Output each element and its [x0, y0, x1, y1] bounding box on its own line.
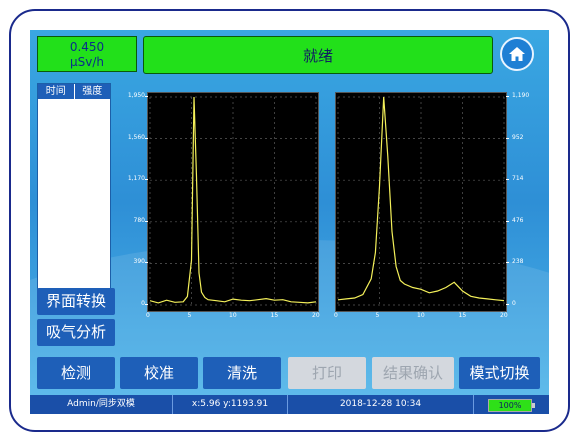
- home-button[interactable]: [500, 37, 534, 71]
- y-tick-label: 952: [512, 133, 524, 141]
- x-tick-label: 10: [229, 312, 237, 319]
- y-tick-label: 238: [512, 258, 524, 266]
- y-tick-label: 780: [133, 216, 145, 224]
- y-tick-mark: [506, 262, 509, 264]
- status-bar: Admin/同步双模 x:5.96 y:1193.91 2018-12-28 1…: [30, 395, 549, 414]
- y-tick-mark: [145, 304, 148, 305]
- battery-indicator: 100%: [488, 399, 535, 412]
- x-tick-label: 0: [146, 312, 150, 319]
- y-tick-label: 0: [512, 300, 516, 307]
- device-screen: 0.450 μSv/h 就绪 时间 强度 界面转换 吸气分析 1,950 1,56…: [30, 30, 549, 414]
- spectrum-chart-right[interactable]: [335, 92, 507, 312]
- dose-rate-value: 0.450: [69, 40, 105, 54]
- x-tick-label: 5: [375, 312, 380, 319]
- status-banner: 就绪: [143, 36, 493, 74]
- print-button[interactable]: 打印: [288, 357, 366, 389]
- y-tick-mark: [145, 220, 148, 222]
- y-tick-mark: [145, 96, 148, 97]
- x-tick-label: 10: [417, 312, 425, 319]
- measurement-list[interactable]: 时间 强度: [37, 83, 111, 291]
- detect-button[interactable]: 检测: [37, 357, 115, 389]
- user-mode-label: Admin/同步双模: [30, 395, 173, 414]
- y-tick-mark: [145, 262, 148, 264]
- x-tick-label: 20: [500, 312, 508, 319]
- spectrum-chart-left-svg: [149, 96, 317, 306]
- y-tick-label: 714: [512, 175, 524, 183]
- y-tick-mark: [506, 179, 509, 181]
- home-icon: [509, 47, 525, 61]
- y-tick-mark: [506, 220, 509, 222]
- y-tick-label: 390: [133, 258, 145, 266]
- clean-button[interactable]: 清洗: [203, 357, 281, 389]
- breath-analysis-button[interactable]: 吸气分析: [37, 319, 115, 346]
- x-tick-label: 5: [187, 312, 192, 319]
- y-tick-mark: [145, 137, 148, 139]
- y-tick-mark: [145, 179, 148, 181]
- y-tick-mark: [506, 137, 509, 139]
- list-header: 时间 强度: [38, 84, 110, 99]
- y-tick-label: 1,950: [127, 92, 145, 99]
- dose-rate-unit: μSv/h: [69, 55, 104, 69]
- column-intensity: 强度: [82, 86, 103, 97]
- x-tick-label: 15: [270, 312, 279, 319]
- x-tick-label: 15: [458, 312, 467, 319]
- confirm-result-button[interactable]: 结果确认: [372, 357, 454, 389]
- status-text: 就绪: [302, 46, 333, 65]
- interface-switch-button[interactable]: 界面转换: [37, 288, 115, 315]
- y-tick-label: 1,560: [127, 133, 145, 141]
- cursor-coords: x:5.96 y:1193.91: [173, 395, 288, 414]
- calibrate-button[interactable]: 校准: [120, 357, 198, 389]
- chart-left-y-axis: 1,950 1,560 1,170 780 390 0: [114, 92, 148, 322]
- y-tick-label: 476: [512, 216, 524, 224]
- y-tick-label: 1,170: [127, 175, 145, 183]
- y-tick-mark: [506, 96, 509, 97]
- spectrum-chart-right-svg: [337, 96, 505, 306]
- chart-left-x-axis: 0 5 10 15 20: [146, 312, 320, 322]
- spectrum-chart-left[interactable]: [147, 92, 319, 312]
- battery-level: 100%: [498, 401, 522, 410]
- mode-switch-button[interactable]: 模式切换: [459, 357, 540, 389]
- y-tick-mark: [506, 304, 509, 305]
- chart-right-x-axis: 0 5 10 15 20: [334, 312, 508, 322]
- y-tick-label: 1,190: [512, 92, 530, 99]
- column-time: 时间: [38, 84, 75, 99]
- x-tick-label: 20: [312, 312, 320, 319]
- chart-right-y-axis: 1,190 952 714 476 238 0: [506, 92, 546, 322]
- x-tick-label: 0: [334, 312, 338, 319]
- datetime-label: 2018-12-28 10:34: [288, 395, 474, 414]
- dose-rate-display: 0.450 μSv/h: [37, 36, 137, 72]
